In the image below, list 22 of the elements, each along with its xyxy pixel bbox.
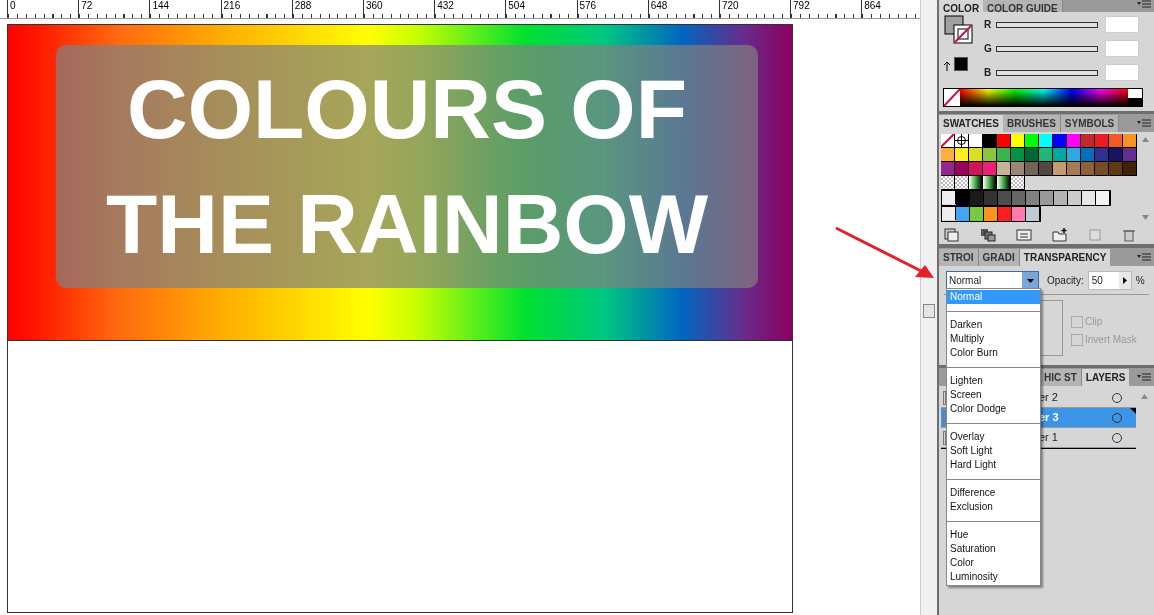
artboard-title-line: COLOURS OF — [127, 60, 687, 158]
ruler-label: 360 — [365, 0, 383, 11]
channel-label: G — [984, 42, 992, 56]
ruler-label: 144 — [152, 0, 170, 11]
channel-label: B — [984, 66, 992, 80]
ruler-label: 576 — [579, 0, 597, 11]
ruler-label: 432 — [437, 0, 454, 11]
ruler-label: 288 — [294, 0, 312, 11]
ruler-label: 72 — [81, 0, 93, 11]
ruler-label: 648 — [650, 0, 668, 11]
ruler-label: 0 — [10, 0, 16, 11]
ruler-label: 216 — [223, 0, 241, 11]
percent-sign: % — [1135, 274, 1145, 288]
ruler-label: 864 — [864, 0, 881, 11]
artboard-title-line: THE RAINBOW — [106, 175, 708, 273]
invert-mask-label: Invert Mask — [1085, 333, 1137, 347]
clip-label: Clip — [1085, 315, 1103, 329]
ruler-label: 792 — [793, 0, 810, 11]
channel-label: R — [984, 18, 992, 32]
ruler-label: 720 — [721, 0, 739, 11]
opacity-label: Opacity: — [1047, 274, 1084, 288]
ruler-label: 504 — [508, 0, 525, 11]
